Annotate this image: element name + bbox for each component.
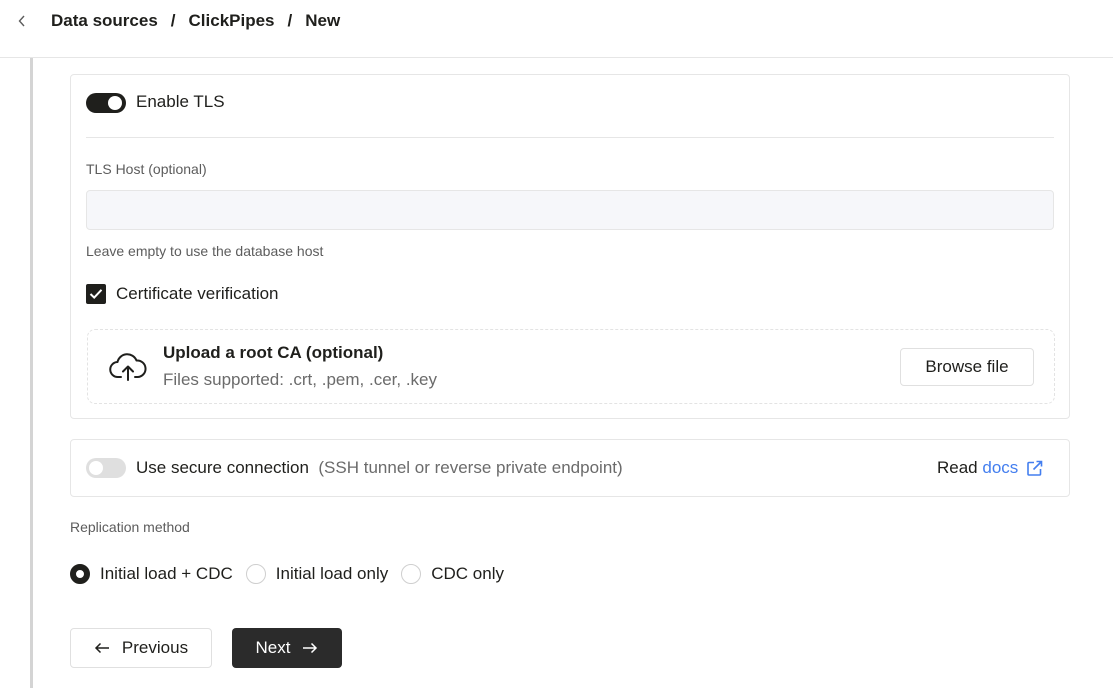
breadcrumb-separator: / — [287, 11, 293, 30]
secure-connection-hint: (SSH tunnel or reverse private endpoint) — [318, 458, 623, 477]
radio-label: CDC only — [431, 564, 504, 583]
chevron-left-icon — [18, 15, 25, 27]
breadcrumb-item-data-sources[interactable]: Data sources — [51, 11, 158, 31]
radio-button[interactable] — [401, 564, 422, 584]
secure-connection-toggle[interactable] — [86, 458, 126, 478]
next-label: Next — [255, 638, 291, 657]
replication-method-label: Replication method — [70, 519, 190, 535]
tls-host-input[interactable] — [86, 190, 1054, 230]
certificate-verification-checkbox[interactable] — [86, 284, 106, 304]
secure-connection-label: Use secure connection — [136, 458, 309, 477]
toggle-knob — [89, 461, 103, 475]
back-button[interactable] — [12, 10, 32, 32]
arrow-right-icon — [303, 642, 318, 654]
previous-button[interactable]: Previous — [70, 628, 212, 668]
radio-button-selected[interactable] — [70, 564, 90, 584]
toggle-knob — [108, 96, 122, 110]
cloud-upload-icon — [109, 353, 147, 381]
docs-link[interactable]: docs — [982, 458, 1018, 478]
breadcrumb-separator: / — [170, 11, 176, 30]
replication-method-radio-group: Initial load + CDC Initial load only CDC… — [70, 563, 517, 585]
certificate-verification-label: Certificate verification — [116, 284, 279, 303]
radio-option-initial-load-only[interactable]: Initial load only — [245, 564, 389, 584]
read-docs: Read docs — [937, 458, 1043, 478]
radio-label: Initial load only — [275, 564, 389, 583]
secure-connection-text: Use secure connection (SSH tunnel or rev… — [136, 458, 623, 478]
enable-tls-label: Enable TLS — [136, 92, 225, 111]
left-rail — [30, 58, 33, 688]
breadcrumb-item-clickpipes[interactable]: ClickPipes — [189, 11, 275, 31]
breadcrumb: Data sources / ClickPipes / New — [51, 10, 340, 32]
upload-supported-files: Files supported: .crt, .pem, .cer, .key — [163, 370, 437, 389]
tls-host-label: TLS Host (optional) — [86, 161, 207, 177]
tls-card: Enable TLS TLS Host (optional) Leave emp… — [70, 74, 1070, 419]
radio-option-initial-load-cdc[interactable]: Initial load + CDC — [70, 564, 233, 584]
secure-connection-card: Use secure connection (SSH tunnel or rev… — [70, 439, 1070, 497]
top-bar: Data sources / ClickPipes / New — [0, 0, 1113, 58]
radio-label: Initial load + CDC — [100, 564, 233, 583]
read-label: Read — [937, 458, 978, 477]
tls-host-help: Leave empty to use the database host — [86, 243, 324, 259]
divider — [86, 137, 1054, 138]
radio-button[interactable] — [245, 564, 266, 584]
browse-file-button[interactable]: Browse file — [900, 348, 1034, 386]
external-link-icon[interactable] — [1026, 460, 1043, 477]
next-button[interactable]: Next — [232, 628, 342, 668]
previous-label: Previous — [121, 638, 189, 657]
upload-title: Upload a root CA (optional) — [163, 343, 384, 362]
root-ca-upload-dropzone[interactable]: Upload a root CA (optional) Files suppor… — [87, 329, 1055, 404]
enable-tls-toggle[interactable] — [86, 93, 126, 113]
checkmark-icon — [89, 289, 103, 300]
radio-option-cdc-only[interactable]: CDC only — [401, 564, 504, 584]
arrow-left-icon — [94, 642, 109, 654]
breadcrumb-item-new: New — [305, 11, 341, 30]
